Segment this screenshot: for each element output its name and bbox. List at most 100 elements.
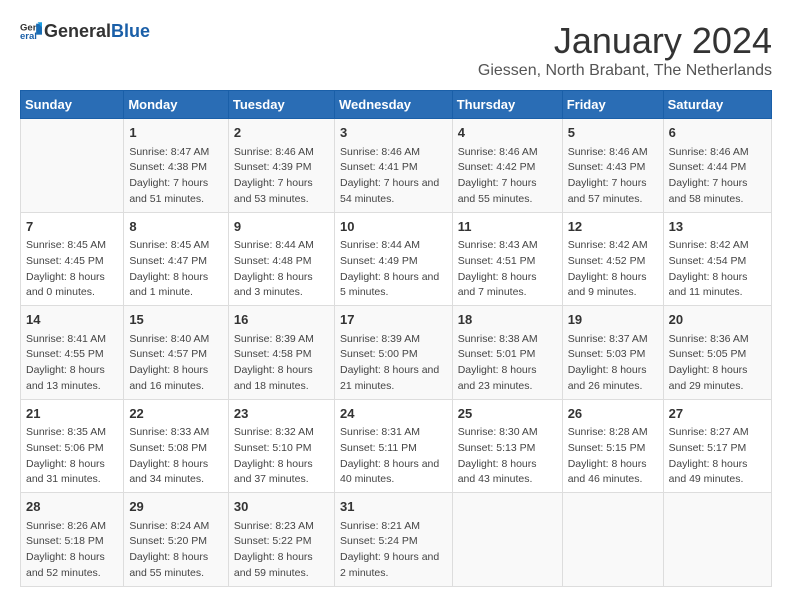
day-info: Sunrise: 8:39 AMSunset: 5:00 PMDaylight:… xyxy=(340,332,447,395)
header-cell-friday: Friday xyxy=(562,91,663,119)
header-cell-saturday: Saturday xyxy=(663,91,771,119)
header-cell-thursday: Thursday xyxy=(452,91,562,119)
title-section: January 2024 Giessen, North Brabant, The… xyxy=(478,20,772,80)
day-number: 1 xyxy=(129,123,223,143)
day-cell: 9Sunrise: 8:44 AMSunset: 4:48 PMDaylight… xyxy=(228,212,334,306)
day-number: 18 xyxy=(458,310,557,330)
day-info: Sunrise: 8:39 AMSunset: 4:58 PMDaylight:… xyxy=(234,332,329,395)
day-cell: 26Sunrise: 8:28 AMSunset: 5:15 PMDayligh… xyxy=(562,399,663,493)
day-info: Sunrise: 8:27 AMSunset: 5:17 PMDaylight:… xyxy=(669,425,766,488)
day-cell: 2Sunrise: 8:46 AMSunset: 4:39 PMDaylight… xyxy=(228,119,334,213)
day-cell xyxy=(21,119,124,213)
day-number: 26 xyxy=(568,404,658,424)
day-info: Sunrise: 8:21 AMSunset: 5:24 PMDaylight:… xyxy=(340,519,447,582)
day-info: Sunrise: 8:33 AMSunset: 5:08 PMDaylight:… xyxy=(129,425,223,488)
day-info: Sunrise: 8:42 AMSunset: 4:52 PMDaylight:… xyxy=(568,238,658,301)
day-cell: 14Sunrise: 8:41 AMSunset: 4:55 PMDayligh… xyxy=(21,306,124,400)
day-number: 17 xyxy=(340,310,447,330)
day-cell: 8Sunrise: 8:45 AMSunset: 4:47 PMDaylight… xyxy=(124,212,229,306)
day-number: 31 xyxy=(340,497,447,517)
day-cell xyxy=(562,493,663,587)
day-number: 4 xyxy=(458,123,557,143)
day-number: 23 xyxy=(234,404,329,424)
day-cell: 4Sunrise: 8:46 AMSunset: 4:42 PMDaylight… xyxy=(452,119,562,213)
day-cell: 10Sunrise: 8:44 AMSunset: 4:49 PMDayligh… xyxy=(334,212,452,306)
day-number: 24 xyxy=(340,404,447,424)
day-info: Sunrise: 8:41 AMSunset: 4:55 PMDaylight:… xyxy=(26,332,118,395)
day-cell: 23Sunrise: 8:32 AMSunset: 5:10 PMDayligh… xyxy=(228,399,334,493)
week-row-4: 28Sunrise: 8:26 AMSunset: 5:18 PMDayligh… xyxy=(21,493,772,587)
day-cell: 29Sunrise: 8:24 AMSunset: 5:20 PMDayligh… xyxy=(124,493,229,587)
day-cell: 25Sunrise: 8:30 AMSunset: 5:13 PMDayligh… xyxy=(452,399,562,493)
calendar-body: 1Sunrise: 8:47 AMSunset: 4:38 PMDaylight… xyxy=(21,119,772,587)
header-row: SundayMondayTuesdayWednesdayThursdayFrid… xyxy=(21,91,772,119)
day-cell: 30Sunrise: 8:23 AMSunset: 5:22 PMDayligh… xyxy=(228,493,334,587)
day-cell: 3Sunrise: 8:46 AMSunset: 4:41 PMDaylight… xyxy=(334,119,452,213)
logo: Gen eral General Blue xyxy=(20,20,150,42)
day-number: 19 xyxy=(568,310,658,330)
day-cell: 20Sunrise: 8:36 AMSunset: 5:05 PMDayligh… xyxy=(663,306,771,400)
day-cell: 11Sunrise: 8:43 AMSunset: 4:51 PMDayligh… xyxy=(452,212,562,306)
day-info: Sunrise: 8:44 AMSunset: 4:49 PMDaylight:… xyxy=(340,238,447,301)
day-info: Sunrise: 8:38 AMSunset: 5:01 PMDaylight:… xyxy=(458,332,557,395)
day-cell: 7Sunrise: 8:45 AMSunset: 4:45 PMDaylight… xyxy=(21,212,124,306)
day-info: Sunrise: 8:26 AMSunset: 5:18 PMDaylight:… xyxy=(26,519,118,582)
day-number: 21 xyxy=(26,404,118,424)
day-cell: 6Sunrise: 8:46 AMSunset: 4:44 PMDaylight… xyxy=(663,119,771,213)
day-info: Sunrise: 8:46 AMSunset: 4:44 PMDaylight:… xyxy=(669,145,766,208)
day-cell: 21Sunrise: 8:35 AMSunset: 5:06 PMDayligh… xyxy=(21,399,124,493)
day-number: 28 xyxy=(26,497,118,517)
week-row-3: 21Sunrise: 8:35 AMSunset: 5:06 PMDayligh… xyxy=(21,399,772,493)
day-cell: 19Sunrise: 8:37 AMSunset: 5:03 PMDayligh… xyxy=(562,306,663,400)
day-number: 20 xyxy=(669,310,766,330)
day-info: Sunrise: 8:40 AMSunset: 4:57 PMDaylight:… xyxy=(129,332,223,395)
day-cell: 17Sunrise: 8:39 AMSunset: 5:00 PMDayligh… xyxy=(334,306,452,400)
day-cell: 22Sunrise: 8:33 AMSunset: 5:08 PMDayligh… xyxy=(124,399,229,493)
day-info: Sunrise: 8:43 AMSunset: 4:51 PMDaylight:… xyxy=(458,238,557,301)
week-row-0: 1Sunrise: 8:47 AMSunset: 4:38 PMDaylight… xyxy=(21,119,772,213)
day-cell: 16Sunrise: 8:39 AMSunset: 4:58 PMDayligh… xyxy=(228,306,334,400)
subtitle: Giessen, North Brabant, The Netherlands xyxy=(478,62,772,80)
day-cell: 18Sunrise: 8:38 AMSunset: 5:01 PMDayligh… xyxy=(452,306,562,400)
day-number: 27 xyxy=(669,404,766,424)
header: Gen eral General Blue January 2024 Giess… xyxy=(20,20,772,80)
day-info: Sunrise: 8:42 AMSunset: 4:54 PMDaylight:… xyxy=(669,238,766,301)
calendar-table: SundayMondayTuesdayWednesdayThursdayFrid… xyxy=(20,90,772,587)
day-number: 30 xyxy=(234,497,329,517)
day-number: 7 xyxy=(26,217,118,237)
logo-general: General xyxy=(44,21,111,42)
svg-text:eral: eral xyxy=(20,31,37,42)
day-number: 8 xyxy=(129,217,223,237)
day-info: Sunrise: 8:45 AMSunset: 4:45 PMDaylight:… xyxy=(26,238,118,301)
day-number: 3 xyxy=(340,123,447,143)
day-number: 29 xyxy=(129,497,223,517)
day-cell: 31Sunrise: 8:21 AMSunset: 5:24 PMDayligh… xyxy=(334,493,452,587)
week-row-1: 7Sunrise: 8:45 AMSunset: 4:45 PMDaylight… xyxy=(21,212,772,306)
main-title: January 2024 xyxy=(478,20,772,62)
day-number: 2 xyxy=(234,123,329,143)
day-number: 6 xyxy=(669,123,766,143)
day-info: Sunrise: 8:46 AMSunset: 4:43 PMDaylight:… xyxy=(568,145,658,208)
day-cell: 13Sunrise: 8:42 AMSunset: 4:54 PMDayligh… xyxy=(663,212,771,306)
day-info: Sunrise: 8:32 AMSunset: 5:10 PMDaylight:… xyxy=(234,425,329,488)
day-number: 12 xyxy=(568,217,658,237)
day-cell: 5Sunrise: 8:46 AMSunset: 4:43 PMDaylight… xyxy=(562,119,663,213)
logo-icon: Gen eral xyxy=(20,20,42,42)
day-number: 5 xyxy=(568,123,658,143)
header-cell-sunday: Sunday xyxy=(21,91,124,119)
day-info: Sunrise: 8:45 AMSunset: 4:47 PMDaylight:… xyxy=(129,238,223,301)
calendar-header: SundayMondayTuesdayWednesdayThursdayFrid… xyxy=(21,91,772,119)
day-number: 14 xyxy=(26,310,118,330)
day-number: 22 xyxy=(129,404,223,424)
day-number: 11 xyxy=(458,217,557,237)
day-info: Sunrise: 8:46 AMSunset: 4:41 PMDaylight:… xyxy=(340,145,447,208)
day-info: Sunrise: 8:36 AMSunset: 5:05 PMDaylight:… xyxy=(669,332,766,395)
day-info: Sunrise: 8:37 AMSunset: 5:03 PMDaylight:… xyxy=(568,332,658,395)
day-cell: 12Sunrise: 8:42 AMSunset: 4:52 PMDayligh… xyxy=(562,212,663,306)
day-info: Sunrise: 8:24 AMSunset: 5:20 PMDaylight:… xyxy=(129,519,223,582)
day-info: Sunrise: 8:35 AMSunset: 5:06 PMDaylight:… xyxy=(26,425,118,488)
day-cell: 28Sunrise: 8:26 AMSunset: 5:18 PMDayligh… xyxy=(21,493,124,587)
day-cell: 24Sunrise: 8:31 AMSunset: 5:11 PMDayligh… xyxy=(334,399,452,493)
day-info: Sunrise: 8:23 AMSunset: 5:22 PMDaylight:… xyxy=(234,519,329,582)
day-cell xyxy=(663,493,771,587)
